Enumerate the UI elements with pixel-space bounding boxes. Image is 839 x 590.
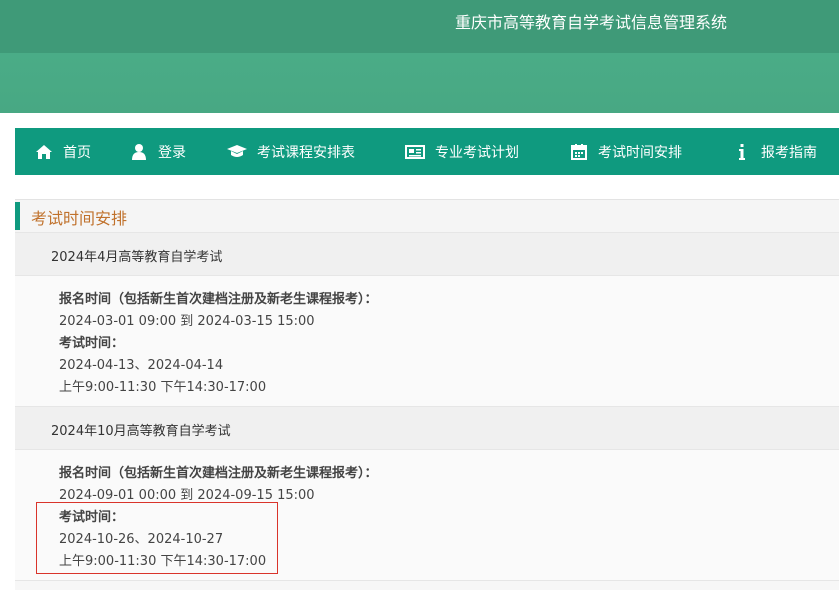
nav-item-label: 登录 xyxy=(158,144,186,161)
exam-heading: 2024年10月高等教育自学考试 xyxy=(15,407,839,450)
nav-item-label: 报考指南 xyxy=(761,144,817,161)
nav-item-label: 考试课程安排表 xyxy=(257,144,355,161)
section-title: 考试时间安排 xyxy=(31,209,128,228)
exam-name: 2024年10月高等教育自学考试 xyxy=(51,424,231,439)
section-header: 考试时间安排 xyxy=(15,200,839,233)
info-icon xyxy=(733,143,751,161)
exam-hours: 上午9:00-11:30 下午14:30-17:00 xyxy=(59,380,267,395)
home-icon xyxy=(35,143,53,161)
registration-label: 报名时间（包括新生首次建档注册及新老生课程报考）： xyxy=(59,466,378,481)
calendar-icon xyxy=(570,143,588,161)
header-banner xyxy=(0,53,839,113)
nav-item-label: 专业考试计划 xyxy=(435,144,519,161)
highlight-annotation-box xyxy=(36,502,278,574)
nav-item-guide[interactable]: 报考指南 xyxy=(733,128,817,175)
nav-item-label: 考试时间安排 xyxy=(598,144,682,161)
graduation-cap-icon xyxy=(227,143,247,161)
exam-time-label: 考试时间： xyxy=(59,336,125,351)
site-title: 重庆市高等教育自学考试信息管理系统 xyxy=(455,13,728,32)
nav-item-label: 首页 xyxy=(63,144,91,161)
section-accent-bar xyxy=(15,202,20,230)
nav-item-exam-time[interactable]: 考试时间安排 xyxy=(570,128,682,175)
exam-heading: 2024年4月高等教育自学考试 xyxy=(15,233,839,276)
nav-item-course-schedule[interactable]: 考试课程安排表 xyxy=(227,128,355,175)
registration-range: 2024-09-01 00:00 到 2024-09-15 15:00 xyxy=(59,488,315,503)
nav-item-login[interactable]: 登录 xyxy=(130,128,186,175)
nav-item-major-plan[interactable]: 专业考试计划 xyxy=(405,128,519,175)
registration-range: 2024-03-01 09:00 到 2024-03-15 15:00 xyxy=(59,314,315,329)
newspaper-icon xyxy=(405,143,425,161)
main-navbar: 首页 登录 考试课程安排表 专业考试计划 考试时间安排 报考指南 xyxy=(15,128,839,175)
exam-name: 2024年4月高等教育自学考试 xyxy=(51,250,223,265)
exam-details: 报名时间（包括新生首次建档注册及新老生课程报考）： 2024-03-01 09:… xyxy=(15,276,839,407)
nav-item-home[interactable]: 首页 xyxy=(35,128,91,175)
user-icon xyxy=(130,143,148,161)
exam-dates: 2024-04-13、2024-04-14 xyxy=(59,358,224,373)
registration-label: 报名时间（包括新生首次建档注册及新老生课程报考）： xyxy=(59,292,378,307)
